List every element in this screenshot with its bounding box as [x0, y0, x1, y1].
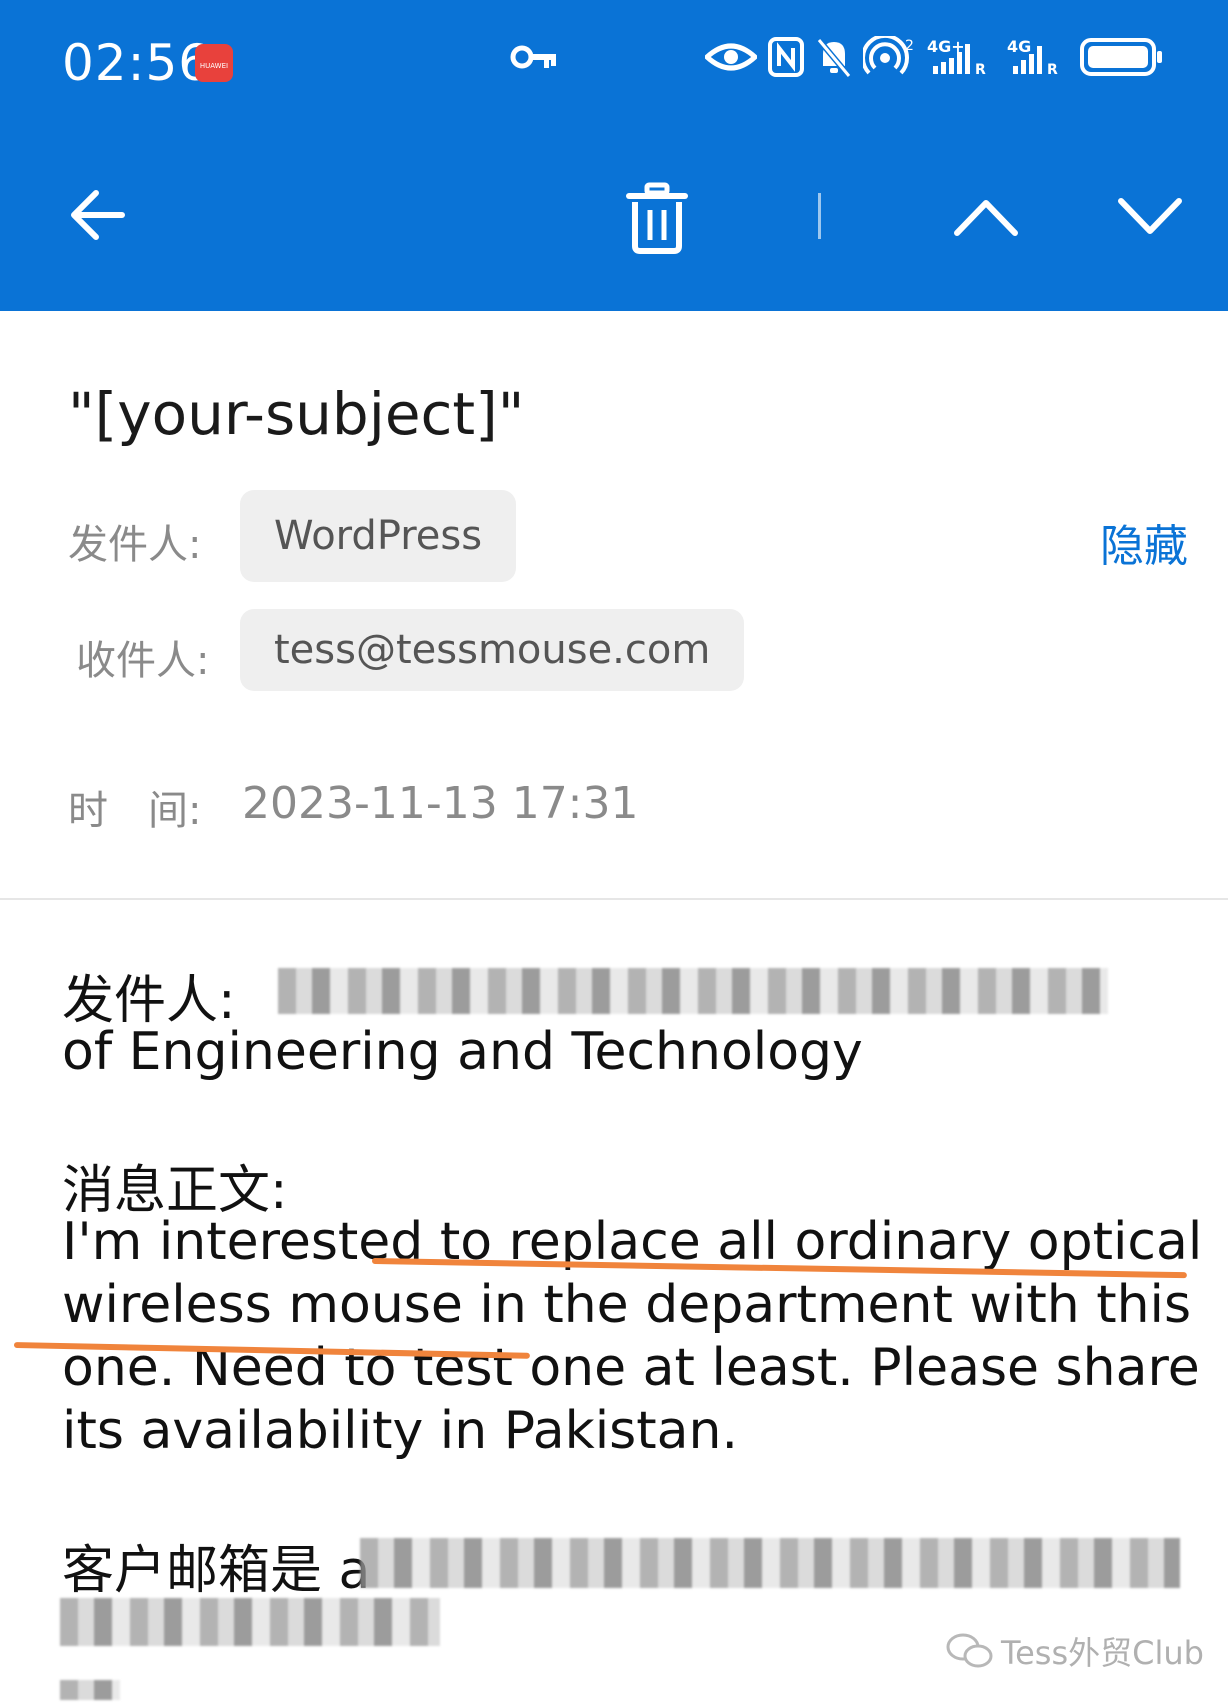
toolbar-divider	[818, 193, 821, 239]
message-line: its availability in Pakistan.	[62, 1401, 738, 1461]
sender-line-2: of Engineering and Technology	[62, 1022, 863, 1082]
customer-email-label: 客户邮箱是 a	[62, 1541, 371, 1601]
time-value: 2023-11-13 17:31	[242, 778, 639, 829]
email-subject: "[your-subject]"	[68, 380, 525, 448]
svg-text:R: R	[1047, 62, 1058, 78]
trash-icon[interactable]	[625, 182, 689, 254]
arrow-left-icon[interactable]	[66, 185, 126, 245]
svg-text:2: 2	[905, 38, 914, 54]
svg-text:R: R	[975, 62, 986, 78]
hide-details-link[interactable]: 隐藏	[1100, 510, 1188, 574]
hotspot-icon: 2	[863, 36, 914, 75]
app-header: 02:56 HUAWEI 2 4G+ R 4G R	[0, 0, 1228, 311]
nfc-icon	[768, 37, 804, 77]
message-line: wireless mouse in the department with th…	[62, 1275, 1192, 1335]
redacted-customer-email	[360, 1538, 1180, 1588]
to-chip[interactable]: tess@tessmouse.com	[240, 609, 745, 691]
battery-icon	[1080, 38, 1162, 76]
redacted-phone	[60, 1598, 440, 1646]
wechat-icon	[946, 1633, 993, 1668]
redacted-sender-name	[278, 968, 1108, 1014]
header-divider	[0, 898, 1228, 900]
watermark-text: Tess外贸Club	[1001, 1634, 1204, 1672]
signal-4g-icon: 4G R	[1007, 37, 1058, 78]
chevron-up-icon[interactable]	[953, 195, 1019, 239]
to-label: 收件人:	[76, 638, 210, 684]
time-label: 时 间:	[68, 788, 202, 834]
status-time: 02:56	[62, 34, 212, 92]
key-icon	[510, 45, 556, 69]
chevron-down-icon[interactable]	[1117, 195, 1183, 239]
redacted-line	[60, 1680, 120, 1700]
bell-muted-icon	[816, 38, 852, 78]
eye-icon	[705, 43, 757, 71]
signal-4g-plus-icon: 4G+ R	[927, 37, 986, 78]
from-label: 发件人:	[68, 522, 202, 568]
huawei-app-badge: HUAWEI	[195, 44, 233, 82]
status-icons: 2 4G+ R 4G R	[705, 36, 1165, 78]
watermark: Tess外贸Club	[945, 1628, 1204, 1674]
from-chip[interactable]: WordPress	[240, 490, 517, 582]
svg-text:4G: 4G	[1007, 37, 1031, 56]
